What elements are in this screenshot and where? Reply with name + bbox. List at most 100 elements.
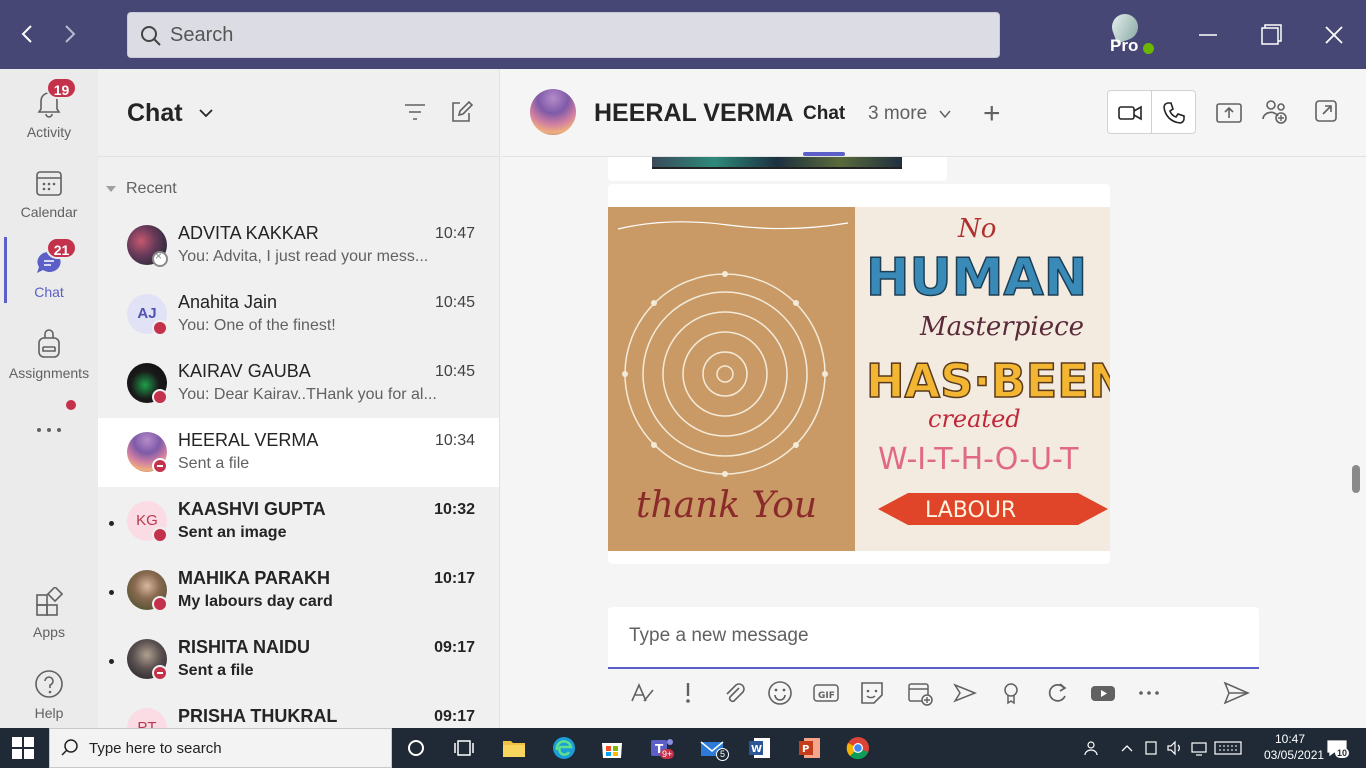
new-chat-icon[interactable] (449, 100, 474, 124)
praise-icon[interactable] (997, 679, 1025, 707)
file-explorer-icon[interactable] (500, 734, 528, 762)
add-people-icon[interactable] (1261, 97, 1289, 125)
card-line-6: W-I-T-H-O-U-T (878, 442, 1079, 477)
back-arrow-icon[interactable] (16, 22, 40, 46)
svg-text:P: P (802, 744, 809, 755)
pop-out-icon[interactable] (1312, 97, 1340, 125)
attach-icon[interactable] (720, 679, 748, 707)
chat-preview: Sent a file (178, 455, 250, 472)
chat-time: 10:17 (434, 570, 475, 587)
important-icon[interactable] (674, 679, 702, 707)
cortana-icon[interactable] (402, 734, 430, 762)
rail-item-chat[interactable]: 21 Chat (0, 237, 98, 311)
notification-count-badge: 10 (1335, 748, 1350, 758)
chrome-icon[interactable] (844, 734, 872, 762)
emoji-icon[interactable] (766, 679, 794, 707)
svg-text:W: W (751, 744, 762, 755)
taskbar-search-input[interactable]: Type here to search (49, 728, 392, 768)
profile-avatar[interactable]: Pro (1108, 10, 1158, 60)
share-screen-icon[interactable] (1215, 99, 1243, 127)
clock[interactable]: 10:47 03/05/2021 (1264, 731, 1324, 763)
chat-list-item[interactable]: KG KAASHVI GUPTA 10:32 Sent an image (98, 487, 499, 556)
sticker-icon[interactable] (858, 679, 886, 707)
keyboard-icon[interactable] (1214, 739, 1242, 757)
forward-arrow-icon[interactable] (57, 22, 81, 46)
filter-icon[interactable] (403, 100, 427, 124)
rail-item-activity[interactable]: 19 Activity (0, 77, 98, 151)
rail-item-more[interactable] (0, 409, 98, 459)
tab-chat[interactable]: Chat (803, 103, 845, 125)
gif-icon[interactable]: GIF (812, 679, 840, 707)
network-icon[interactable] (1190, 739, 1208, 757)
chat-preview: Sent a file (178, 662, 254, 679)
powerpoint-icon[interactable]: P (796, 734, 824, 762)
rail-item-assignments[interactable]: Assignments (0, 318, 98, 392)
search-input[interactable]: Search (127, 12, 1000, 58)
restore-icon[interactable] (1256, 20, 1286, 50)
message-scrollbar[interactable] (1352, 465, 1360, 493)
active-tab-indicator (803, 152, 845, 156)
minimize-icon[interactable] (1193, 20, 1223, 50)
windows-start-icon[interactable] (12, 737, 40, 765)
teams-notification-badge: 9+ (660, 749, 675, 759)
audio-call-icon[interactable] (1160, 99, 1188, 127)
chevron-down-icon[interactable] (198, 105, 214, 126)
more-options-icon[interactable] (1135, 679, 1163, 707)
chevron-up-icon[interactable] (1118, 739, 1136, 757)
stream-icon[interactable] (951, 679, 979, 707)
add-tab-button[interactable]: + (983, 97, 1001, 131)
busy-status-icon (152, 320, 168, 336)
profile-label: Pro (1110, 36, 1139, 55)
chat-list-item[interactable]: RISHITA NAIDU 09:17 Sent a file (98, 625, 499, 694)
chat-name: MAHIKA PARAKH (178, 568, 330, 588)
task-view-icon[interactable] (450, 734, 478, 762)
youtube-icon[interactable] (1089, 679, 1117, 707)
store-icon[interactable] (598, 734, 626, 762)
chat-badge: 21 (46, 237, 77, 259)
chat-list-item[interactable]: KAIRAV GAUBA 10:45 You: Dear Kairav..THa… (98, 349, 499, 418)
chat-list-panel: Chat Recent ADVITA KAKKAR 10:47 You: Adv… (98, 69, 500, 728)
send-icon[interactable] (1222, 679, 1250, 707)
rail-item-apps[interactable]: Apps (0, 577, 98, 651)
unread-indicator (109, 521, 114, 526)
chat-list-item-selected[interactable]: HEERAL VERMA 10:34 Sent a file (98, 418, 499, 487)
avatar: AJ (127, 294, 168, 336)
unread-indicator (109, 590, 114, 595)
recent-section-header[interactable]: Recent (106, 180, 177, 198)
chat-list-item[interactable]: ADVITA KAKKAR 10:47 You: Advita, I just … (98, 211, 499, 280)
close-icon[interactable] (1319, 20, 1349, 50)
device-icon[interactable] (1142, 739, 1160, 757)
chat-list-item[interactable]: PT PRISHA THUKRAL 09:17 (98, 694, 499, 728)
chat-list-item[interactable]: AJ Anahita Jain 10:45 You: One of the fi… (98, 280, 499, 349)
tab-more-dropdown[interactable]: 3 more (868, 103, 952, 125)
volume-icon[interactable] (1166, 739, 1184, 757)
image-message[interactable]: thank You No HUMAN Masterpiece HAS·BEEN … (608, 184, 1110, 564)
card-line-7: LABOUR (925, 498, 1016, 523)
video-call-icon[interactable] (1116, 99, 1144, 127)
compose-box[interactable] (608, 607, 1259, 669)
loop-icon[interactable] (1043, 679, 1071, 707)
card-line-5: created (928, 405, 1021, 433)
edge-browser-icon[interactable] (550, 734, 578, 762)
card-image[interactable]: thank You No HUMAN Masterpiece HAS·BEEN … (608, 207, 1110, 551)
schedule-meeting-icon[interactable] (906, 679, 934, 707)
activity-badge: 19 (46, 77, 77, 99)
format-icon[interactable] (628, 679, 656, 707)
chat-preview: You: Dear Kairav..THank you for al... (178, 386, 437, 403)
chat-preview: Sent an image (178, 524, 287, 541)
previous-image-thumbnail (652, 157, 902, 169)
previous-image-message[interactable] (608, 157, 947, 181)
chat-list-item[interactable]: MAHIKA PARAKH 10:17 My labours day card (98, 556, 499, 625)
chat-name: ADVITA KAKKAR (178, 223, 319, 243)
avatar (127, 570, 168, 612)
rail-item-calendar[interactable]: Calendar (0, 157, 98, 231)
people-icon[interactable] (1083, 739, 1101, 757)
unread-indicator (109, 659, 114, 664)
card-line-2: HUMAN (866, 248, 1087, 308)
offline-status-icon (152, 249, 168, 267)
message-input[interactable] (629, 625, 1229, 647)
contact-avatar[interactable] (530, 89, 576, 135)
rail-label-help: Help (34, 705, 64, 721)
word-icon[interactable]: W (746, 734, 774, 762)
rail-item-help[interactable]: Help (0, 658, 98, 732)
